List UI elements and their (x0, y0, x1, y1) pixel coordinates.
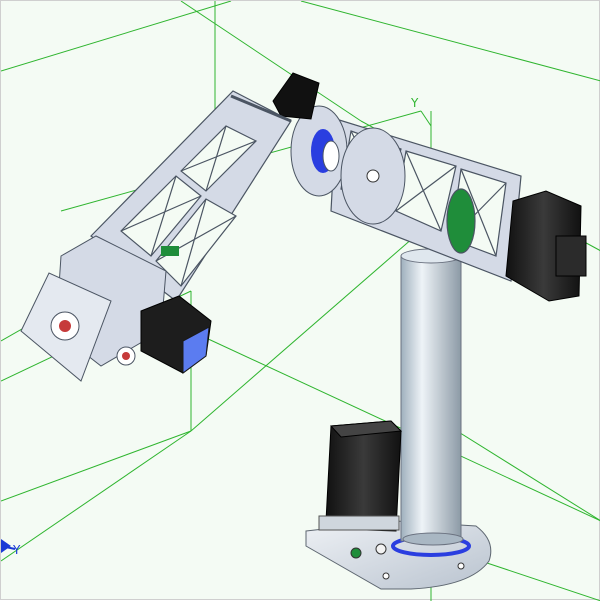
base-motor[interactable] (318, 420, 403, 532)
robot-arm-3d-view[interactable]: Y Y (1, 1, 600, 601)
bracket-green (161, 246, 179, 256)
base-bolt-green (350, 547, 362, 559)
wrist-pin-red (59, 320, 71, 332)
joint-disc-green (446, 188, 476, 254)
axis-label-y-lower: Y (12, 543, 21, 557)
base-bolt (375, 543, 387, 555)
vertical-column[interactable] (400, 248, 464, 546)
end-motor-right[interactable] (505, 190, 587, 302)
cad-viewport[interactable]: Y Y (0, 0, 600, 601)
base-plate[interactable] (305, 520, 492, 590)
axis-label-y-upper: Y (410, 96, 419, 110)
shoulder-motor[interactable] (272, 72, 320, 120)
